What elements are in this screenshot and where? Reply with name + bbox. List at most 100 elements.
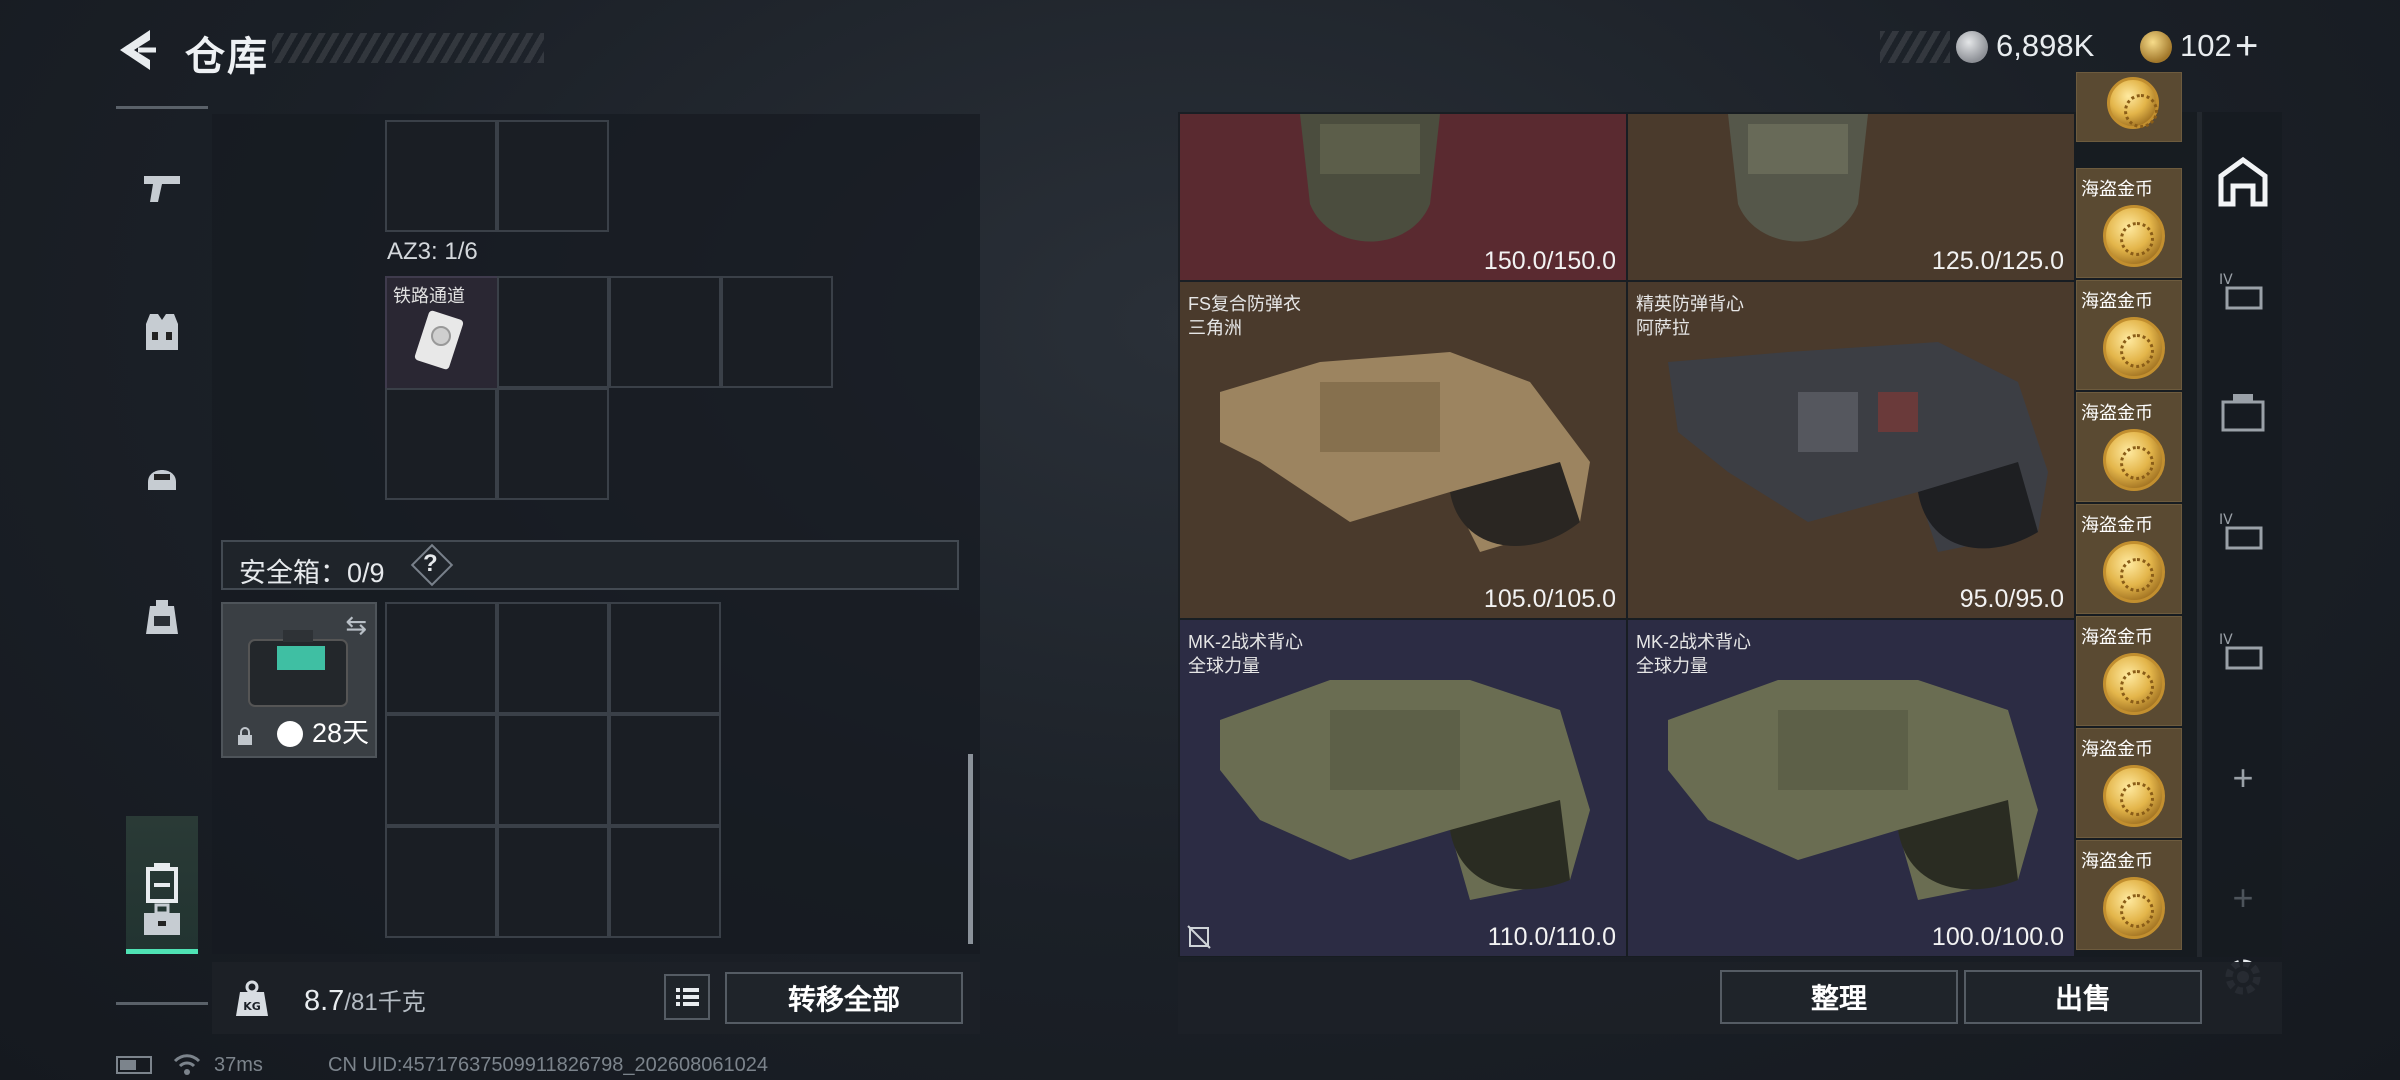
warehouse-tabs: IV IV IV + + [2204, 112, 2282, 957]
gold-coin-icon [2107, 77, 2159, 129]
warehouse-scroll-track[interactable] [2197, 112, 2202, 957]
safebox-item[interactable]: ⇆ 28天 [221, 602, 377, 758]
armor-icon [1668, 342, 2048, 552]
gold-coin-icon [2140, 31, 2172, 63]
weight-readout: 8.7/81千克 [304, 982, 426, 1018]
pirate-coin-item[interactable]: 海盗金币 [2076, 280, 2182, 390]
warehouse-item[interactable]: FS复合防弹衣 三角洲 105.0/105.0 [1180, 282, 1626, 618]
coin-name: 海盗金币 [2081, 627, 2153, 647]
backpack-footer: KG 8.7/81千克 转移全部 [212, 962, 980, 1034]
sort-button[interactable]: 整理 [1720, 970, 1958, 1024]
warehouse-item[interactable]: MK-2战术背心 全球力量 110.0/110.0 [1180, 620, 1626, 956]
silver-amount: 6,898K [1996, 28, 2095, 63]
title-decoration [272, 33, 544, 63]
warehouse-tab-iv2-icon[interactable]: IV [2213, 502, 2273, 562]
grid-cell[interactable] [385, 826, 497, 938]
grid-cell[interactable] [609, 714, 721, 826]
help-mark: ? [423, 550, 438, 577]
item-name: MK-2战术背心 [1636, 632, 1752, 652]
warehouse-item[interactable]: MK-2战术背心 全球力量 100.0/100.0 [1628, 620, 2074, 956]
grid-cell[interactable] [721, 276, 833, 388]
svg-text:IV: IV [2219, 512, 2233, 528]
armor-icon [1220, 352, 1590, 552]
rail-divider [116, 106, 208, 109]
silver-coin-icon [1956, 31, 1988, 63]
backpack-scrollbar[interactable] [968, 754, 973, 944]
item-name: 铁路通道 [393, 286, 465, 306]
pirate-coin-item[interactable]: 海盗金币 [2076, 392, 2182, 502]
warehouse-tab-all-icon[interactable] [2213, 152, 2273, 212]
safe-case-icon [248, 630, 348, 707]
swap-icon[interactable]: ⇆ [345, 610, 367, 641]
back-arrow-icon[interactable] [112, 24, 164, 76]
warehouse-tab-case-icon[interactable] [2213, 382, 2273, 442]
safebox-capacity: 安全箱：0/9 [239, 558, 385, 588]
top-bar: 仓库 6,898K 102 + [0, 0, 2400, 100]
warehouse-tab-iv-icon[interactable]: IV [2213, 262, 2273, 322]
lock-icon [238, 727, 252, 745]
grid-cell[interactable] [497, 602, 609, 714]
gold-coin-icon [2103, 765, 2165, 827]
safebox-timer: 28天 [311, 718, 369, 748]
grid-cell[interactable] [385, 120, 497, 232]
az3-label: AZ3: 1/6 [387, 238, 478, 265]
grid-cell[interactable] [497, 388, 609, 500]
gold-coin-icon [2103, 317, 2165, 379]
status-bar: 37ms CN UID:45717637509911826798_2026080… [116, 1052, 916, 1078]
keycard-icon [414, 310, 464, 370]
user-uid: CN UID:45717637509911826798_202608061024 [328, 1054, 769, 1076]
item-durability: 125.0/125.0 [1931, 247, 2064, 275]
item-name: 精英防弹背心 [1636, 294, 1744, 314]
gold-coin-icon [2103, 877, 2165, 939]
grid-cell[interactable] [385, 602, 497, 714]
grid-cell[interactable] [609, 276, 721, 388]
grid-cell[interactable] [497, 714, 609, 826]
currency-decoration [1880, 31, 1950, 63]
pirate-coin-item[interactable]: 海盗金币 [2076, 728, 2182, 838]
add-currency-button[interactable]: + [2235, 24, 2258, 69]
sell-button[interactable]: 出售 [1964, 970, 2202, 1024]
grid-cell[interactable] [497, 120, 609, 232]
pistol-icon[interactable] [126, 152, 198, 224]
grid-cell[interactable] [609, 602, 721, 714]
no-insure-icon [1187, 925, 1211, 949]
pirate-coin-item[interactable]: 海盗金币 [2076, 616, 2182, 726]
list-view-button[interactable] [664, 974, 710, 1020]
safebox-header: 安全箱：0/9 ? [221, 540, 959, 590]
pirate-coin-item[interactable]: 海盗金币 [2076, 168, 2182, 278]
helmet-icon[interactable] [126, 440, 198, 512]
backpack-icon[interactable] [126, 580, 198, 652]
warehouse-item[interactable]: 精英防弹背心 阿萨拉 95.0/95.0 [1628, 282, 2074, 618]
wifi-icon [173, 1054, 201, 1075]
pirate-coin-item[interactable]: 海盗金币 [2076, 504, 2182, 614]
weight-icon: KG [236, 980, 268, 1016]
vest-icon[interactable] [126, 296, 198, 368]
grid-cell[interactable] [609, 826, 721, 938]
gold-coin-icon [2103, 205, 2165, 267]
gold-coin-icon [2103, 429, 2165, 491]
warehouse-panel: 150.0/150.0 125.0/125.0 FS复合防弹衣 三角洲 105.… [1178, 72, 2282, 957]
pirate-coin-item[interactable] [2076, 72, 2182, 142]
armor-icon [1668, 680, 2038, 900]
svg-text:KG: KG [243, 1000, 261, 1013]
clock-icon [277, 721, 303, 747]
transfer-all-button[interactable]: 转移全部 [725, 972, 963, 1024]
armor-icon [1220, 680, 1590, 900]
pirate-coin-item[interactable]: 海盗金币 [2076, 840, 2182, 950]
railway-pass-item[interactable]: 铁路通道 [385, 276, 499, 390]
toolbox-icon[interactable] [126, 884, 198, 956]
item-name: FS复合防弹衣 [1188, 294, 1302, 314]
add-tab-icon[interactable]: + [2213, 748, 2273, 808]
warehouse-tab-iv3-icon[interactable]: IV [2213, 622, 2273, 682]
warehouse-item[interactable]: 150.0/150.0 [1180, 114, 1626, 280]
grid-cell[interactable] [497, 826, 609, 938]
backpack-panel: AZ3: 1/6 铁路通道 安全箱：0/9 ? ⇆ 28天 [212, 114, 980, 954]
gold-coin-icon [2103, 653, 2165, 715]
item-durability: 95.0/95.0 [1959, 585, 2064, 613]
grid-cell[interactable] [497, 276, 609, 388]
warehouse-item[interactable]: 125.0/125.0 [1628, 114, 2074, 280]
gold-coin-icon [2103, 541, 2165, 603]
grid-cell[interactable] [385, 388, 497, 500]
grid-cell[interactable] [385, 714, 497, 826]
ping-readout: 37ms [214, 1054, 263, 1076]
